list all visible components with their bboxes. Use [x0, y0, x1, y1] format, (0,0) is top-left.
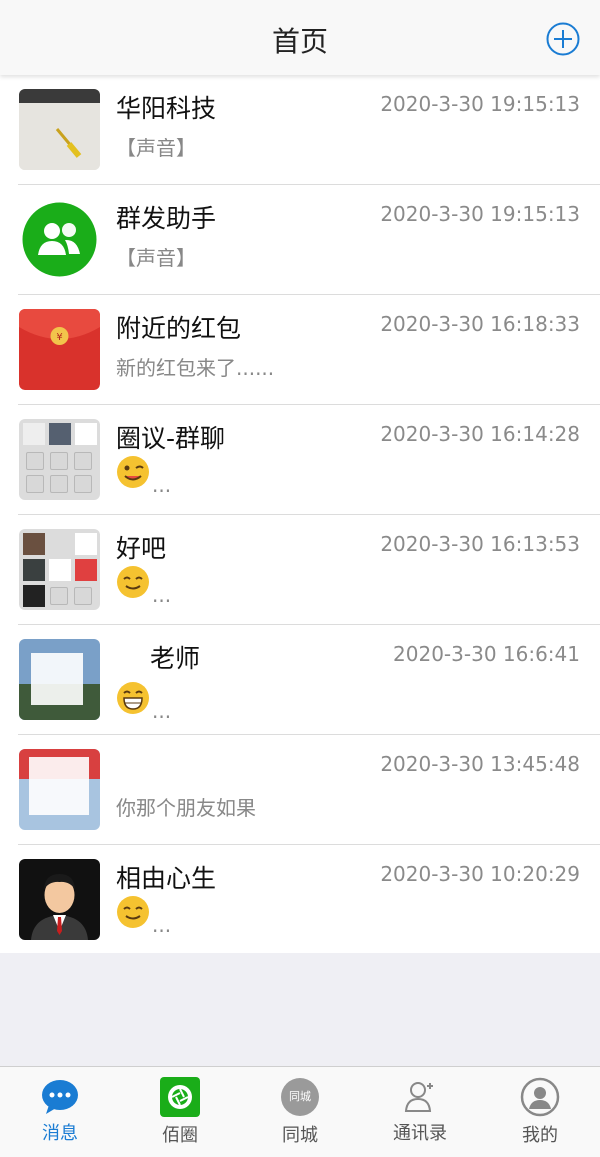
conversation-name: 好吧	[116, 534, 167, 563]
conversation-item[interactable]: 老师 2020-3-30 16:6:41 ...	[0, 625, 600, 735]
group-send-icon	[19, 199, 100, 280]
tab-me[interactable]: 我的	[480, 1067, 600, 1157]
top-bar: 首页	[0, 0, 600, 75]
conversation-preview: 【声音】	[116, 246, 196, 270]
tab-label: 同城	[282, 1125, 318, 1146]
add-icon[interactable]	[546, 22, 580, 56]
page-title: 首页	[271, 25, 328, 58]
conversation-item[interactable]: 圈议-群聊 2020-3-30 16:14:28 ...	[0, 405, 600, 515]
same-city-icon: 同城	[280, 1077, 320, 1117]
smile-emoji-icon	[116, 895, 150, 929]
conversation-item[interactable]: 群发助手 2020-3-30 19:15:13 【声音】	[0, 185, 600, 295]
conversation-preview: ...	[152, 699, 172, 723]
conversation-item[interactable]: 好吧 2020-3-30 16:13:53 ...	[0, 515, 600, 625]
grin-emoji-icon	[116, 681, 150, 715]
conversation-item[interactable]: 华阳科技 2020-3-30 19:15:13 【声音】	[0, 75, 600, 185]
conversation-name: 华阳科技	[116, 94, 217, 123]
group-avatar	[19, 419, 100, 500]
conversation-preview: 新的红包来了......	[116, 356, 275, 380]
conversation-item[interactable]: 2020-3-30 13:45:48 你那个朋友如果	[0, 735, 600, 845]
conversation-name: 附近的红包	[116, 314, 242, 343]
conversation-name: 老师	[150, 644, 201, 673]
conversation-time: 2020-3-30 16:18:33	[380, 312, 580, 336]
svg-text:¥: ¥	[56, 332, 62, 343]
conversation-time: 2020-3-30 19:15:13	[380, 202, 580, 226]
conversation-time: 2020-3-30 10:20:29	[380, 862, 580, 886]
tab-label: 消息	[42, 1123, 78, 1144]
conversation-time: 2020-3-30 16:14:28	[380, 422, 580, 446]
group-avatar	[19, 529, 100, 610]
red-envelope-icon: ¥	[19, 309, 100, 390]
conversation-preview: ...	[152, 913, 172, 937]
chat-bubble-icon	[40, 1077, 80, 1117]
bottom-tab-bar: 消息 佰圈 同城 同城 通讯录 我的	[0, 1066, 600, 1157]
conversation-preview: 【声音】	[116, 136, 196, 160]
tab-messages[interactable]: 消息	[0, 1067, 120, 1157]
conversation-list: 华阳科技 2020-3-30 19:15:13 【声音】 群发助手 2020-3…	[0, 75, 600, 953]
conversation-time: 2020-3-30 16:13:53	[380, 532, 580, 556]
conversation-name: 圈议-群聊	[116, 424, 226, 453]
tab-label: 佰圈	[162, 1125, 198, 1146]
smile-emoji-icon	[116, 565, 150, 599]
avatar	[19, 749, 100, 830]
conversation-time: 2020-3-30 16:6:41	[393, 642, 580, 666]
conversation-preview: ...	[152, 473, 172, 497]
tab-contacts[interactable]: 通讯录	[360, 1067, 480, 1157]
avatar	[19, 859, 100, 940]
avatar	[19, 639, 100, 720]
conversation-name: 相由心生	[116, 864, 217, 893]
wink-emoji-icon	[116, 455, 150, 489]
conversation-preview: ...	[152, 583, 172, 607]
avatar	[19, 89, 100, 170]
contacts-icon	[400, 1077, 440, 1117]
profile-icon	[520, 1077, 560, 1117]
conversation-item[interactable]: ¥ 附近的红包 2020-3-30 16:18:33 新的红包来了......	[0, 295, 600, 405]
tab-label: 通讯录	[393, 1123, 447, 1144]
tab-baiquan[interactable]: 佰圈	[120, 1067, 240, 1157]
conversation-preview: 你那个朋友如果	[116, 796, 256, 820]
conversation-time: 2020-3-30 19:15:13	[380, 92, 580, 116]
conversation-time: 2020-3-30 13:45:48	[380, 752, 580, 776]
tab-label: 我的	[522, 1125, 558, 1146]
conversation-name: 群发助手	[116, 204, 217, 233]
tab-same-city[interactable]: 同城 同城	[240, 1067, 360, 1157]
conversation-item[interactable]: 相由心生 2020-3-30 10:20:29 ...	[0, 845, 600, 953]
camera-shutter-icon	[160, 1077, 200, 1117]
same-city-badge: 同城	[289, 1090, 311, 1103]
